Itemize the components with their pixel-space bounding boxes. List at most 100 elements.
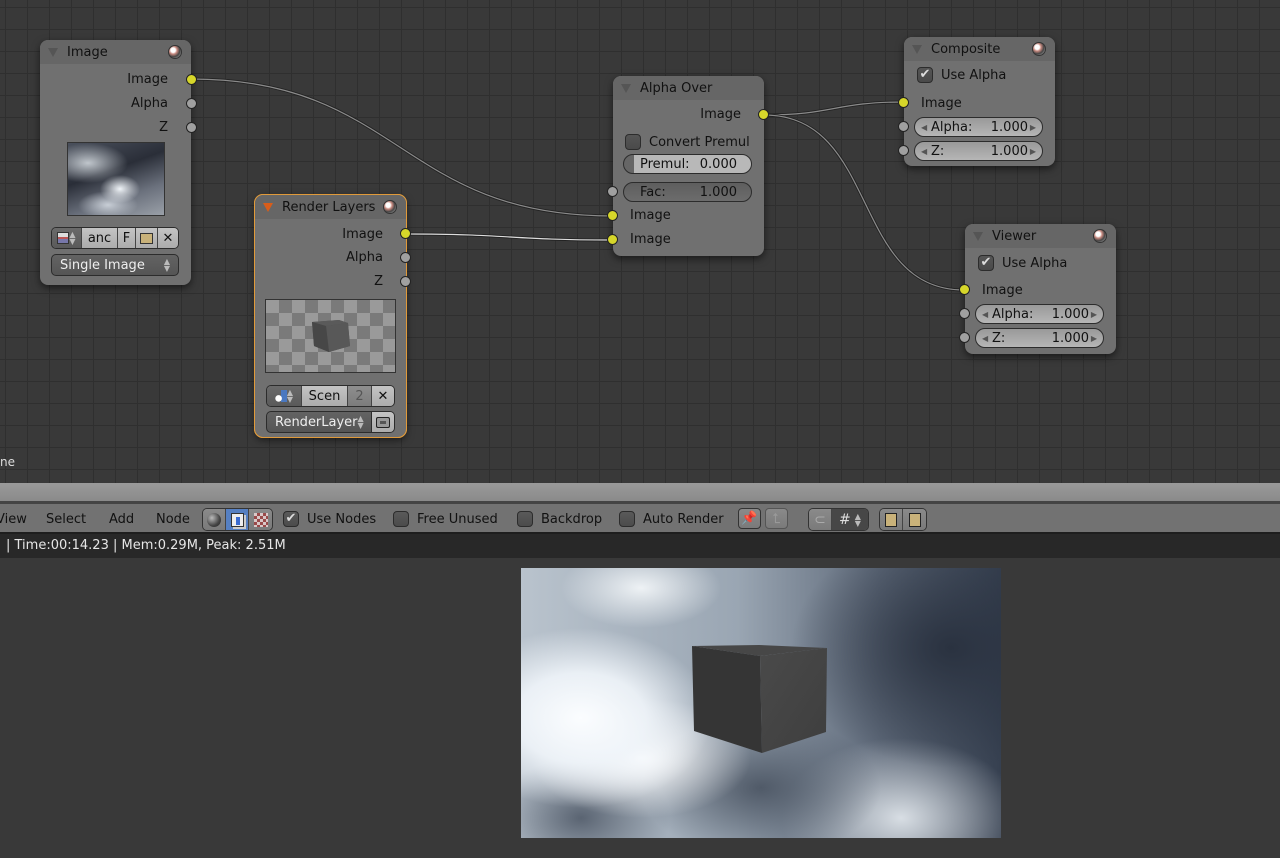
node-header[interactable]: Render Layers (255, 195, 406, 219)
backdrop-checkbox[interactable]: Backdrop (517, 511, 602, 527)
preview-sphere-icon[interactable] (1093, 229, 1107, 243)
use-alpha-checkbox[interactable]: ✔ Use Alpha (978, 255, 1067, 271)
node-header[interactable]: Image (40, 40, 191, 64)
collapse-icon[interactable] (48, 47, 58, 57)
use-nodes-checkbox[interactable]: ✔ Use Nodes (283, 511, 376, 527)
input-z-socket[interactable] (959, 332, 970, 343)
decrement-icon[interactable]: ◀ (921, 123, 927, 132)
free-unused-checkbox[interactable]: Free Unused (393, 511, 498, 527)
output-image-socket[interactable] (758, 109, 769, 120)
image-name-field[interactable]: anc (82, 228, 118, 248)
node-header[interactable]: Composite (904, 37, 1055, 61)
viewer-node[interactable]: Viewer ✔ Use Alpha Image ◀ Alpha: 1.000 … (959, 224, 1116, 354)
input-image-socket[interactable] (898, 97, 909, 108)
checkbox-box[interactable] (517, 511, 533, 527)
scene-name-field[interactable]: Scen (302, 386, 348, 406)
checkbox-box[interactable]: ✔ (283, 511, 299, 527)
checkbox-box[interactable]: ✔ (917, 67, 933, 83)
input-z-socket[interactable] (898, 145, 909, 156)
area-splitter[interactable] (0, 483, 1280, 504)
snap-toggle-button[interactable]: ⊂ (809, 509, 832, 530)
collapse-icon[interactable] (263, 202, 273, 212)
collapse-icon[interactable] (973, 231, 983, 241)
node-editor[interactable]: Image Image Alpha Z ▲ ▼ anc F ✕ Single Im… (0, 0, 1280, 483)
image-source-select[interactable]: Single Image ▲ ▼ (51, 254, 179, 276)
unlink-image-button[interactable]: ✕ (158, 228, 178, 248)
increment-icon[interactable]: ▶ (1091, 334, 1097, 343)
output-z-socket[interactable] (400, 276, 411, 287)
unlink-scene-button[interactable]: ✕ (372, 386, 394, 406)
alpha-over-node[interactable]: Alpha Over Image Convert Premul Premul: … (607, 76, 769, 256)
collapse-icon[interactable] (621, 83, 631, 93)
fake-user-button[interactable]: F (118, 228, 136, 248)
composite-node[interactable]: Composite ✔ Use Alpha Image ◀ Alpha: 1.0… (898, 37, 1055, 166)
z-field[interactable]: ◀ Z: 1.000 ▶ (975, 328, 1104, 348)
tree-type-selector[interactable] (202, 508, 273, 531)
alpha-field[interactable]: ◀ Alpha: 1.000 ▶ (975, 304, 1104, 324)
scene-browse-button[interactable]: ▲ ▼ (267, 386, 302, 406)
output-z-socket[interactable] (186, 122, 197, 133)
decrement-icon[interactable]: ◀ (982, 334, 988, 343)
shader-node-button[interactable] (203, 509, 226, 530)
texture-node-button[interactable] (249, 509, 272, 530)
input-image-socket[interactable] (959, 284, 970, 295)
output-alpha-socket[interactable] (400, 252, 411, 263)
image-datablock-selector[interactable]: ▲ ▼ anc F ✕ (51, 227, 179, 249)
link-renderlayers-to-alphaover[interactable] (405, 232, 613, 242)
go-to-parent-button[interactable]: ⮤ (765, 508, 788, 529)
render-layers-node[interactable]: Render Layers Image Alpha Z ▲▼ Scen 2 ✕ (254, 194, 411, 438)
menu-add[interactable]: Add (109, 512, 134, 527)
premul-slider[interactable]: Premul: 0.000 (623, 154, 752, 174)
node-header[interactable]: Alpha Over (613, 76, 764, 100)
increment-icon[interactable]: ▶ (1030, 147, 1036, 156)
increment-icon[interactable]: ▶ (1091, 310, 1097, 319)
use-alpha-checkbox[interactable]: ✔ Use Alpha (917, 67, 1006, 83)
checkbox-box[interactable] (393, 511, 409, 527)
output-image-socket[interactable] (186, 74, 197, 85)
checkbox-box[interactable] (619, 511, 635, 527)
checkbox-box[interactable]: ✔ (978, 255, 994, 271)
scene-users-count[interactable]: 2 (348, 386, 372, 406)
copy-button[interactable] (880, 509, 903, 530)
output-alpha-socket[interactable] (186, 98, 197, 109)
auto-render-checkbox[interactable]: Auto Render (619, 511, 724, 527)
backdrop-area[interactable] (0, 558, 1280, 858)
decrement-icon[interactable]: ◀ (921, 147, 927, 156)
increment-icon[interactable]: ▶ (1030, 123, 1036, 132)
convert-premul-checkbox[interactable]: Convert Premul (625, 134, 750, 150)
pin-button[interactable]: 📌 (738, 508, 761, 529)
checkbox-box[interactable] (625, 134, 641, 150)
input-image-1-socket[interactable] (607, 210, 618, 221)
node-header[interactable]: Viewer (965, 224, 1116, 248)
paste-button[interactable] (903, 509, 926, 530)
alpha-field[interactable]: ◀ Alpha: 1.000 ▶ (914, 117, 1043, 137)
z-field[interactable]: ◀ Z: 1.000 ▶ (914, 141, 1043, 161)
backdrop-label: Backdrop (541, 511, 603, 527)
scene-selector[interactable]: ▲ ▼ Scen 2 ✕ (266, 385, 395, 407)
output-image-socket[interactable] (400, 228, 411, 239)
menu-view[interactable]: View (0, 512, 27, 527)
link-alphaover-to-composite[interactable] (763, 100, 905, 117)
copy-paste-group[interactable] (879, 508, 927, 531)
fac-input-socket[interactable] (607, 186, 618, 197)
input-alpha-socket[interactable] (959, 308, 970, 319)
collapse-icon[interactable] (912, 44, 922, 54)
compositing-node-button[interactable] (226, 509, 249, 530)
render-button[interactable] (371, 411, 395, 433)
render-layer-select[interactable]: RenderLayer ▲ ▼ (266, 411, 372, 433)
decrement-icon[interactable]: ◀ (982, 310, 988, 319)
input-image-2-socket[interactable] (607, 234, 618, 245)
premul-value: 0.000 (699, 156, 737, 172)
preview-sphere-icon[interactable] (1032, 42, 1046, 56)
preview-sphere-icon[interactable] (168, 45, 182, 59)
image-node[interactable]: Image Image Alpha Z ▲ ▼ anc F ✕ Single Im… (40, 40, 197, 285)
menu-node[interactable]: Node (156, 512, 190, 527)
open-image-button[interactable] (136, 228, 158, 248)
fac-slider[interactable]: Fac: 1.000 (623, 182, 752, 202)
input-alpha-socket[interactable] (898, 121, 909, 132)
snap-element-select[interactable]: # ▲ ▼ (832, 509, 868, 530)
menu-select[interactable]: Select (46, 512, 86, 527)
preview-sphere-icon[interactable] (383, 200, 397, 214)
image-browse-button[interactable]: ▲ ▼ (52, 228, 82, 248)
snap-group[interactable]: ⊂ # ▲ ▼ (808, 508, 869, 531)
